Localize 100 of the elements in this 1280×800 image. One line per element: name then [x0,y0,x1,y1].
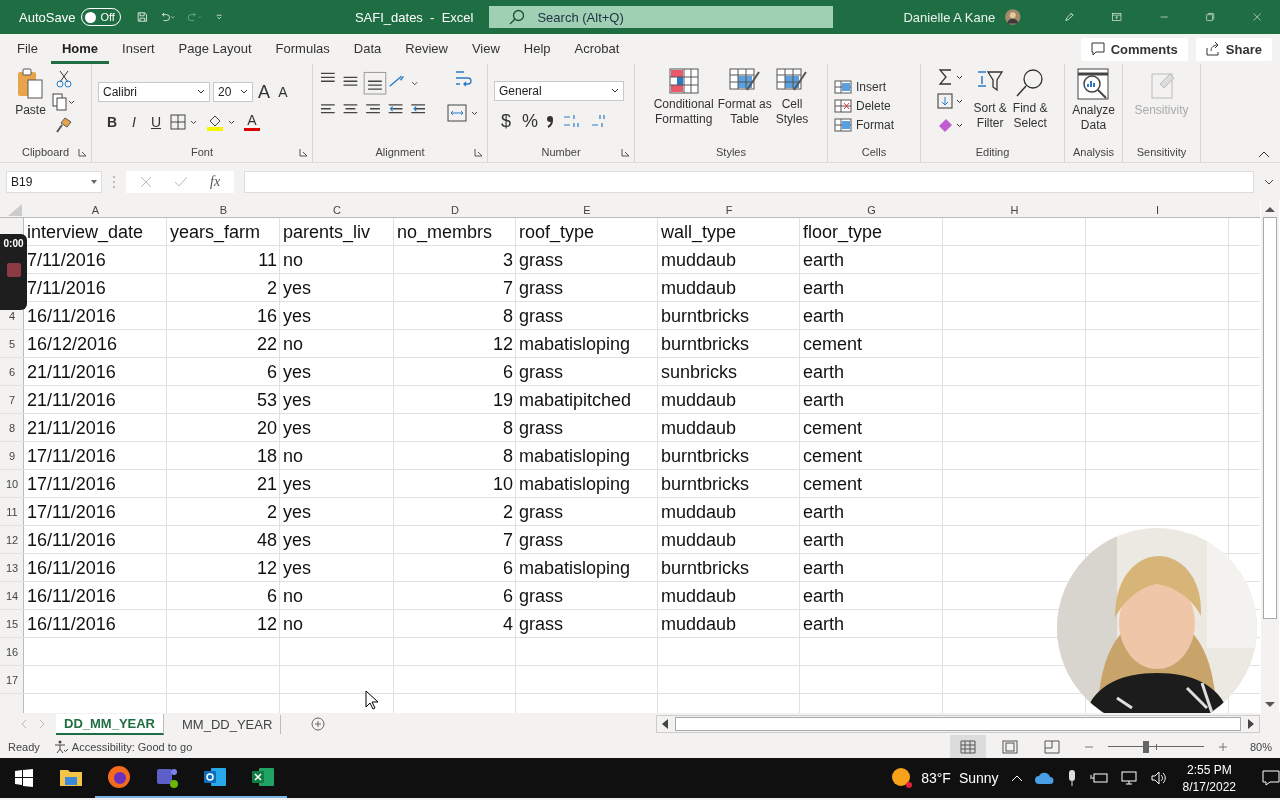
weather-condition[interactable]: Sunny [958,770,999,786]
increase-font-size-button[interactable]: A [256,81,272,103]
row-header[interactable]: 13 [5,562,19,574]
analyze-data-button[interactable]: Analyze Data [1072,68,1115,133]
styles-button[interactable]: Format as Table [717,68,772,127]
browser-icon[interactable] [107,765,131,789]
dialog-launcher-icon[interactable] [299,148,308,157]
notifications-icon[interactable] [1262,770,1280,786]
cut-icon[interactable] [55,70,72,88]
row-header[interactable]: 17 [5,674,19,686]
copy-icon[interactable] [51,93,76,111]
column-header[interactable]: D [394,201,516,218]
normal-view-button[interactable] [950,735,986,758]
zoom-level[interactable]: 80% [1242,740,1272,753]
menu-tab[interactable]: Insert [111,34,166,64]
menu-tab[interactable]: File [6,34,49,64]
editing-button[interactable]: Find & Select [1012,68,1048,131]
row-header[interactable]: 16 [5,646,19,658]
clock-date[interactable]: 8/17/2022 [1182,779,1236,794]
number-format-dropdown[interactable]: General [494,80,624,101]
sheet-tab[interactable]: MM_DD_YEAR [174,714,282,734]
font-size-dropdown[interactable]: 20 [213,82,253,102]
font-name-dropdown[interactable]: Calibri [98,82,210,102]
row-header[interactable]: 4 [8,310,16,322]
column-header[interactable]: H [943,201,1086,218]
clock-time[interactable]: 2:55 PM [1186,762,1232,777]
menu-tab[interactable]: Review [394,34,459,64]
row-header[interactable]: 6 [8,366,16,378]
column-header[interactable]: F [658,201,800,218]
editing-button[interactable]: Sort & Filter [973,68,1007,131]
decrease-font-size-button[interactable]: A [275,84,291,100]
windows-start-icon[interactable] [15,769,33,787]
network-icon[interactable] [1120,771,1139,785]
folder-icon[interactable] [59,767,83,787]
battery-icon[interactable] [1088,771,1109,785]
cells-button[interactable]: Delete [834,98,891,114]
row-header[interactable]: 14 [5,590,19,602]
menu-tab[interactable]: Formulas [264,34,341,64]
volume-icon[interactable] [1150,771,1167,785]
comma-style-icon[interactable] [546,113,554,129]
mail-app-icon[interactable] [203,765,227,789]
column-header[interactable]: G [800,201,943,218]
restore-icon[interactable] [1206,10,1215,24]
currency-button[interactable]: $ [498,110,514,132]
styles-button[interactable]: Conditional Formatting [653,68,714,127]
comments-button[interactable]: Comments [1080,37,1188,61]
chevron-up-icon[interactable] [1010,774,1023,782]
row-header[interactable]: 7 [8,394,16,406]
collapse-ribbon-icon[interactable] [1258,150,1270,158]
column-header[interactable]: B [167,201,280,218]
weather-temperature[interactable]: 83°F [921,770,951,786]
row-header[interactable]: 5 [8,338,16,350]
horizontal-scrollbar[interactable] [656,715,1260,733]
insert-function-button[interactable]: fx [210,174,221,190]
column-header[interactable]: C [280,201,394,218]
scroll-right-icon[interactable] [1247,719,1255,729]
cells-button[interactable]: Format [834,117,894,133]
column-header[interactable]: I [1086,201,1229,218]
font-style-button[interactable]: I [126,113,142,130]
percent-button[interactable]: % [522,110,538,132]
menu-tab[interactable]: Data [342,34,393,64]
microphone-icon[interactable] [1066,769,1077,787]
dialog-launcher-icon[interactable] [621,148,630,157]
accessibility-status[interactable]: Accessibility: Good to go [53,739,193,754]
scroll-left-icon[interactable] [661,719,669,729]
paste-button[interactable]: Paste [15,68,46,117]
menu-tab[interactable]: Acrobat [563,34,631,64]
row-header[interactable]: 10 [5,478,19,490]
scroll-up-icon[interactable] [1265,205,1275,213]
spreadsheet-app-icon[interactable] [251,765,275,789]
user-name[interactable]: Danielle A Kane [903,9,996,25]
styles-button[interactable]: Cell Styles [775,68,809,127]
share-button[interactable]: Share [1195,37,1272,61]
weather-sun-icon[interactable] [891,767,914,789]
zoom-slider[interactable] [1108,740,1204,753]
menu-tab[interactable]: Help [512,34,562,64]
close-icon[interactable] [1252,10,1262,24]
sheet-tab[interactable]: DD_MM_YEAR [56,713,164,735]
row-header[interactable]: 8 [8,422,16,434]
menu-tab[interactable]: View [460,34,511,64]
add-sheet-icon[interactable] [311,717,326,731]
ribbon-display-icon[interactable] [1112,10,1122,24]
dialog-launcher-icon[interactable] [78,148,87,157]
cells-button[interactable]: Insert [834,79,886,95]
format-painter-icon[interactable] [54,116,73,134]
row-header[interactable]: 11 [6,506,18,518]
font-color-button[interactable]: A [244,112,260,131]
expand-icon[interactable] [1264,179,1274,185]
cloud-icon[interactable] [1034,771,1055,785]
formula-input[interactable] [244,171,1254,193]
row-header[interactable]: 9 [8,450,16,462]
column-header[interactable]: E [516,201,658,218]
font-style-button[interactable]: U [148,113,164,130]
dialog-launcher-icon[interactable] [474,148,483,157]
row-header[interactable]: 12 [5,534,19,546]
row-header[interactable]: 15 [5,618,19,630]
menu-tab[interactable]: Page Layout [167,34,263,64]
name-box[interactable]: B19 [6,171,102,193]
font-style-button[interactable]: B [104,113,120,130]
column-header[interactable]: A [24,201,167,218]
